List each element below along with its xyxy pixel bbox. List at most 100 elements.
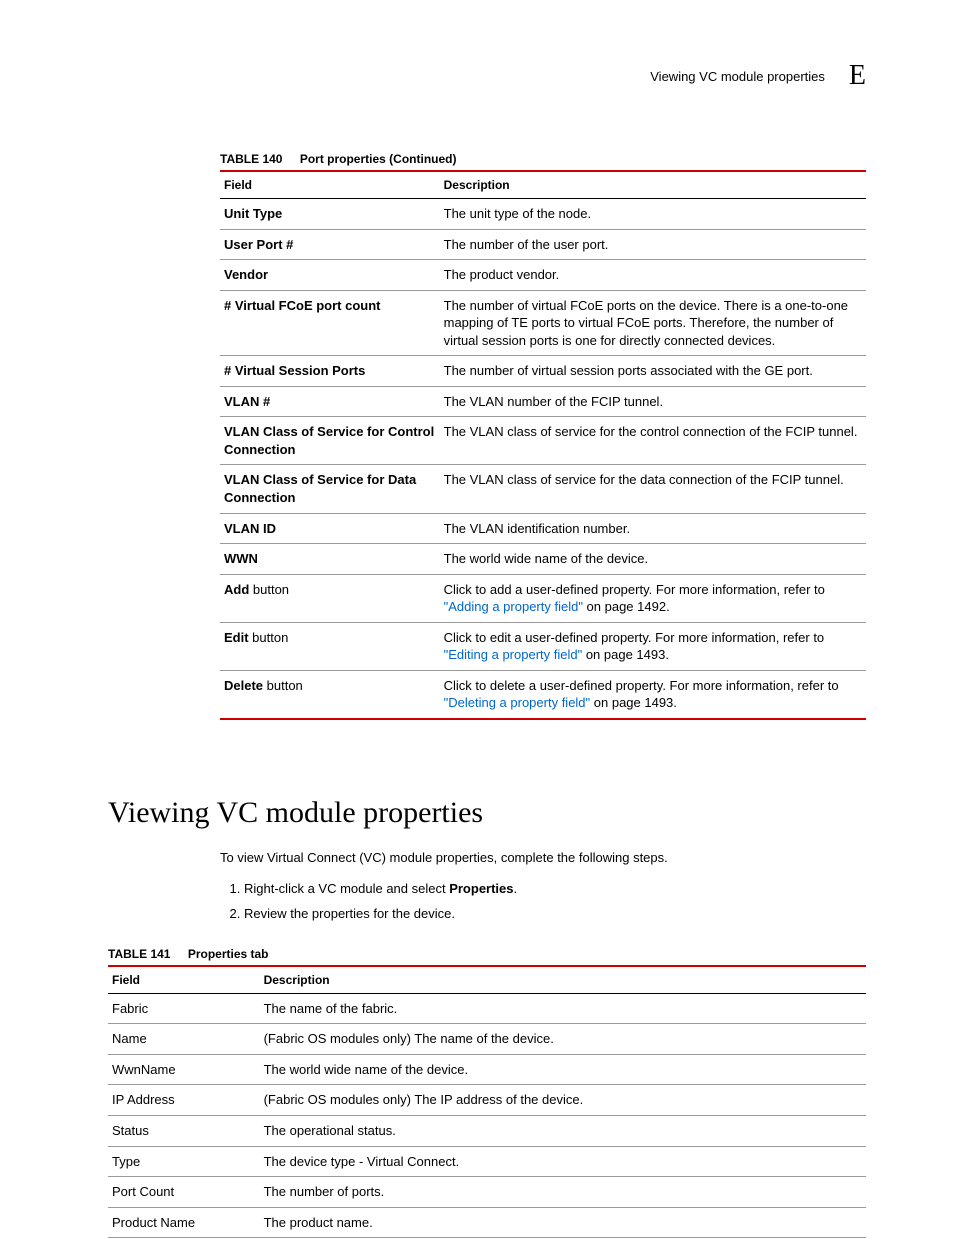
desc-text: The VLAN identification number.	[444, 521, 630, 536]
desc-text: The unit type of the node.	[444, 206, 591, 221]
table-140-field: Delete button	[220, 670, 440, 719]
field-bold: VLAN ID	[224, 521, 276, 536]
desc-text: The world wide name of the device.	[444, 551, 649, 566]
desc-text: The product vendor.	[444, 267, 560, 282]
table-141-block: TABLE 141 Properties tab Field Descripti…	[108, 947, 866, 1238]
table-row: FabricThe name of the fabric.	[108, 993, 866, 1024]
field-rest: button	[263, 678, 303, 693]
table-row: Product NameThe product name.	[108, 1207, 866, 1238]
desc-text: The VLAN class of service for the contro…	[444, 424, 858, 439]
table-140-desc: Click to edit a user-defined property. F…	[440, 622, 866, 670]
table-140-desc: The unit type of the node.	[440, 199, 866, 230]
xref-link[interactable]: "Editing a property field"	[444, 647, 583, 662]
table-row: TypeThe device type - Virtual Connect.	[108, 1146, 866, 1177]
table-row: Port CountThe number of ports.	[108, 1177, 866, 1208]
desc-text: The number of virtual FCoE ports on the …	[444, 298, 848, 348]
table-140-title: Port properties (Continued)	[300, 152, 457, 166]
xref-tail: on page 1492.	[583, 599, 670, 614]
desc-text: Click to delete a user-defined property.…	[444, 678, 839, 693]
section-title: Viewing VC module properties	[108, 796, 866, 830]
table-140-field: Unit Type	[220, 199, 440, 230]
table-140-field: Add button	[220, 574, 440, 622]
table-row: Vendor The product vendor.	[220, 260, 866, 291]
desc-text: The number of virtual session ports asso…	[444, 363, 813, 378]
running-title: Viewing VC module properties	[650, 69, 825, 84]
desc-text: The number of the user port.	[444, 237, 609, 252]
field-bold: # Virtual Session Ports	[224, 363, 365, 378]
desc-text: The VLAN class of service for the data c…	[444, 472, 844, 487]
table-row: # Virtual Session Ports The number of vir…	[220, 356, 866, 387]
table-140-field: VLAN #	[220, 386, 440, 417]
table-140-block: TABLE 140 Port properties (Continued) Fi…	[220, 152, 866, 720]
xref-link[interactable]: "Deleting a property field"	[444, 695, 591, 710]
table-140-desc: The VLAN number of the FCIP tunnel.	[440, 386, 866, 417]
page: Viewing VC module properties E TABLE 140…	[0, 0, 954, 1235]
table-140-field: VLAN Class of Service for Data Connectio…	[220, 465, 440, 513]
table-140-head-field: Field	[220, 171, 440, 199]
table-140-desc: The number of virtual session ports asso…	[440, 356, 866, 387]
steps-list: Right-click a VC module and select Prope…	[220, 877, 866, 926]
table-141-desc: The device type - Virtual Connect.	[260, 1146, 866, 1177]
xref-link[interactable]: "Adding a property field"	[444, 599, 583, 614]
table-140-desc: The world wide name of the device.	[440, 544, 866, 575]
step-1: Right-click a VC module and select Prope…	[244, 877, 866, 902]
table-row: VLAN Class of Service for Control Connec…	[220, 417, 866, 465]
table-140-caption: TABLE 140 Port properties (Continued)	[220, 152, 866, 166]
table-140-field: Edit button	[220, 622, 440, 670]
table-140-desc: The number of virtual FCoE ports on the …	[440, 290, 866, 356]
table-141-field: Status	[108, 1116, 260, 1147]
table-141-field: Port Count	[108, 1177, 260, 1208]
table-141-desc: (Fabric OS modules only) The IP address …	[260, 1085, 866, 1116]
field-bold: # Virtual FCoE port count	[224, 298, 381, 313]
table-141-desc: The name of the fabric.	[260, 993, 866, 1024]
table-141-desc: (Fabric OS modules only) The name of the…	[260, 1024, 866, 1055]
table-141-field: WwnName	[108, 1054, 260, 1085]
table-140-desc: The VLAN identification number.	[440, 513, 866, 544]
table-141-label: TABLE 141	[108, 947, 170, 961]
field-rest: button	[249, 630, 289, 645]
field-bold: Add	[224, 582, 249, 597]
desc-text: Click to edit a user-defined property. F…	[444, 630, 825, 645]
field-bold: Unit Type	[224, 206, 282, 221]
table-141-desc: The world wide name of the device.	[260, 1054, 866, 1085]
table-140-field: VLAN Class of Service for Control Connec…	[220, 417, 440, 465]
table-141-field: Product Name	[108, 1207, 260, 1238]
table-140-field: Vendor	[220, 260, 440, 291]
field-bold: Edit	[224, 630, 249, 645]
table-140-label: TABLE 140	[220, 152, 282, 166]
table-row: VLAN ID The VLAN identification number.	[220, 513, 866, 544]
table-row: StatusThe operational status.	[108, 1116, 866, 1147]
field-bold: VLAN #	[224, 394, 270, 409]
table-140-desc: Click to delete a user-defined property.…	[440, 670, 866, 719]
table-140-desc: The VLAN class of service for the contro…	[440, 417, 866, 465]
table-140-field: User Port #	[220, 229, 440, 260]
table-140-field: # Virtual FCoE port count	[220, 290, 440, 356]
table-141-head-desc: Description	[260, 966, 866, 994]
table-row: VLAN Class of Service for Data Connectio…	[220, 465, 866, 513]
table-141-field: Fabric	[108, 993, 260, 1024]
table-141: Field Description FabricThe name of the …	[108, 965, 866, 1238]
table-141-field: Name	[108, 1024, 260, 1055]
table-row: Edit button Click to edit a user-defined …	[220, 622, 866, 670]
table-row: WWN The world wide name of the device.	[220, 544, 866, 575]
field-bold: VLAN Class of Service for Control Connec…	[224, 424, 434, 457]
table-row: # Virtual FCoE port count The number of v…	[220, 290, 866, 356]
running-header: Viewing VC module properties E	[108, 60, 866, 92]
xref-tail: on page 1493.	[590, 695, 677, 710]
table-row: Add button Click to add a user-defined pr…	[220, 574, 866, 622]
section-intro: To view Virtual Connect (VC) module prop…	[220, 848, 866, 927]
table-141-desc: The number of ports.	[260, 1177, 866, 1208]
appendix-letter: E	[849, 60, 866, 92]
field-bold: Delete	[224, 678, 263, 693]
table-141-title: Properties tab	[188, 947, 269, 961]
table-140-field: WWN	[220, 544, 440, 575]
desc-text: Click to add a user-defined property. Fo…	[444, 582, 825, 597]
field-bold: WWN	[224, 551, 258, 566]
step-1-keyword: Properties	[449, 881, 513, 896]
table-row: Unit Type The unit type of the node.	[220, 199, 866, 230]
step-1-pre: Right-click a VC module and select	[244, 881, 449, 896]
field-bold: VLAN Class of Service for Data Connectio…	[224, 472, 416, 505]
field-rest: button	[249, 582, 289, 597]
desc-text: The VLAN number of the FCIP tunnel.	[444, 394, 663, 409]
table-140-field: # Virtual Session Ports	[220, 356, 440, 387]
